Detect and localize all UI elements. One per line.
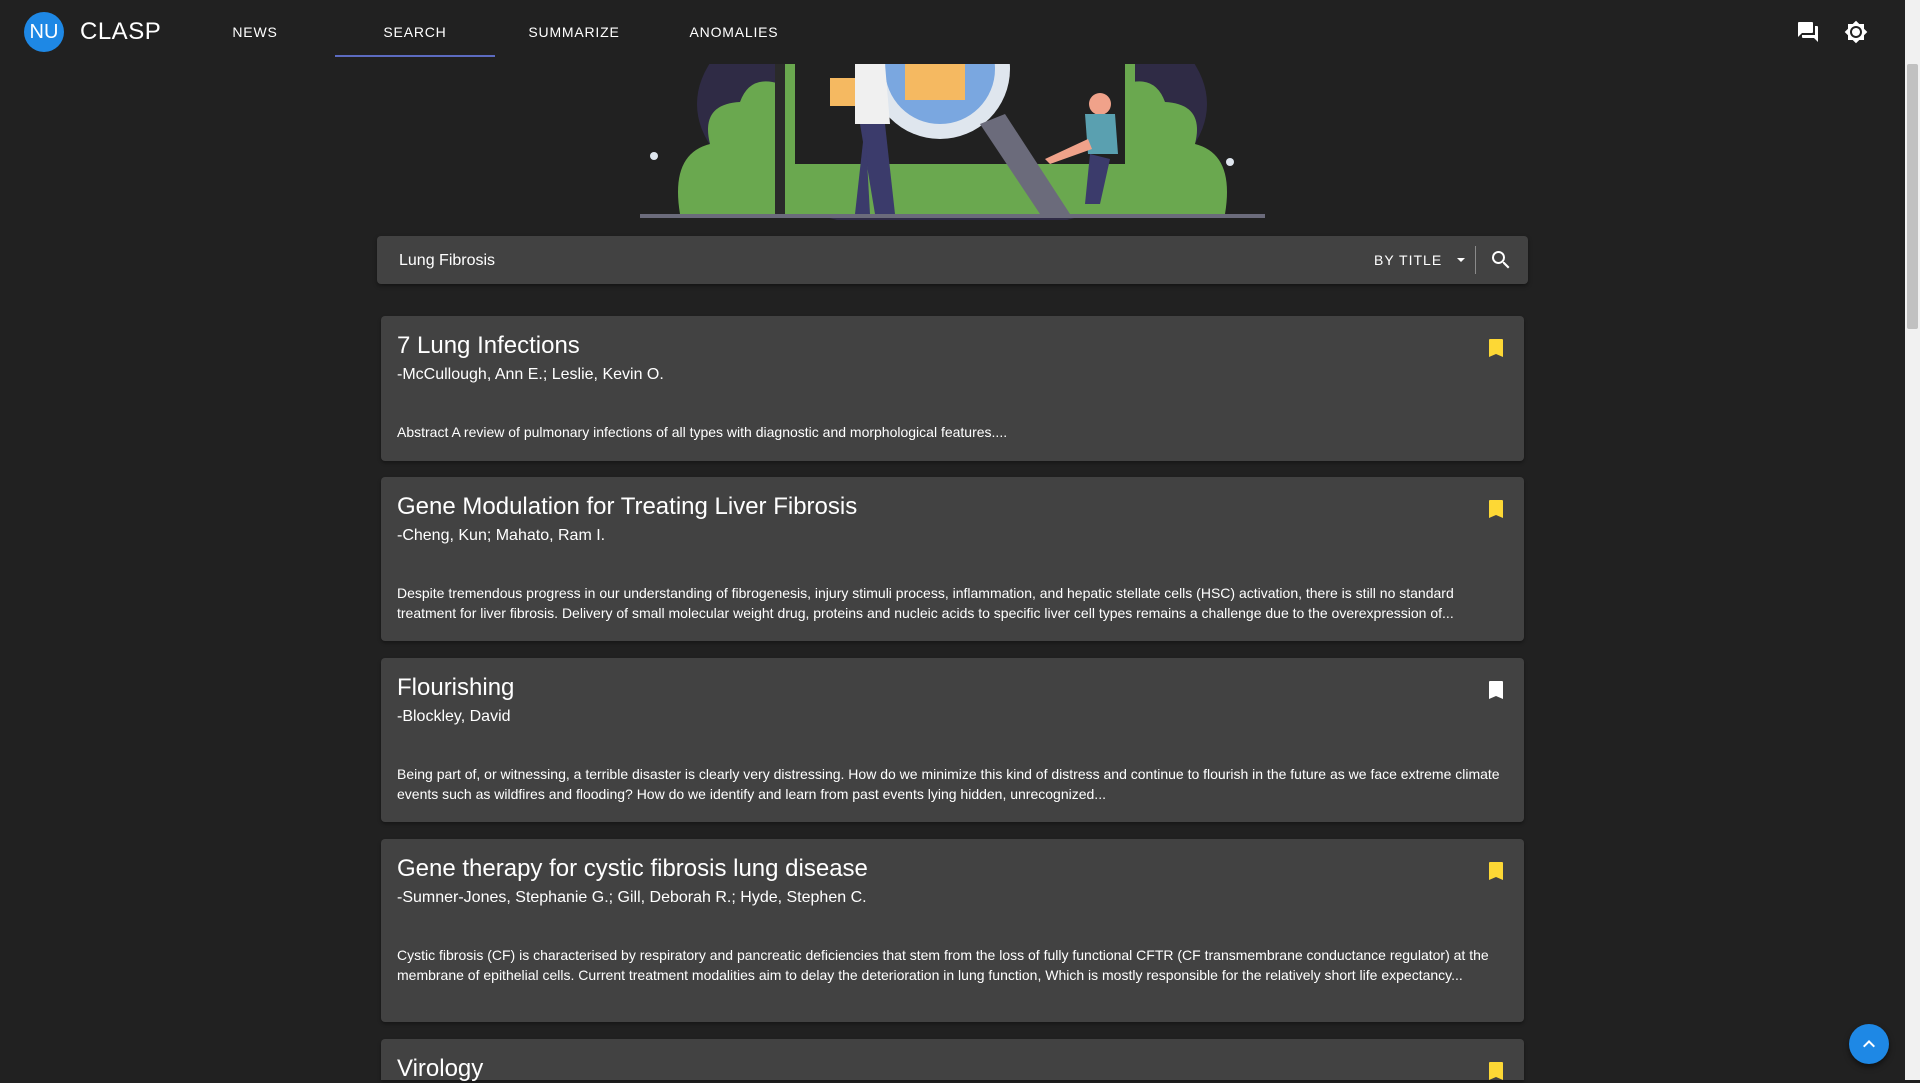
bookmark-icon[interactable] [1484, 497, 1508, 521]
search-bar: BY TITLE [377, 236, 1528, 286]
bookmark-icon[interactable] [1484, 336, 1508, 360]
caret-down-icon[interactable] [1455, 256, 1467, 264]
result-card: Gene therapy for cystic fibrosis lung di… [381, 839, 1524, 1022]
chevron-up-icon [1863, 1040, 1875, 1048]
search-illustration [640, 64, 1265, 220]
result-authors: -Cheng, Kun; Mahato, Ram I. [397, 527, 606, 544]
app-title[interactable]: CLASP [80, 0, 161, 64]
tab-news[interactable]: NEWS [175, 0, 335, 55]
result-card: Virology [381, 1039, 1524, 1083]
result-abstract: Abstract A review of pulmonary infection… [397, 424, 1008, 440]
bookmark-icon[interactable] [1484, 1059, 1508, 1083]
search-input[interactable] [397, 236, 1301, 286]
result-authors: -Blockley, David [397, 708, 511, 725]
avatar[interactable]: NU [24, 12, 64, 52]
result-abstract: Being part of, or witnessing, a terrible… [397, 766, 1500, 802]
result-title[interactable]: Gene therapy for cystic fibrosis lung di… [397, 855, 868, 883]
result-abstract: Cystic fibrosis (CF) is characterised by… [397, 947, 1489, 983]
result-title[interactable]: Gene Modulation for Treating Liver Fibro… [397, 493, 857, 521]
scroll-to-top-button[interactable] [1849, 1024, 1889, 1064]
result-authors: -Sumner-Jones, Stephanie G.; Gill, Debor… [397, 889, 867, 906]
chat-icon[interactable] [1796, 20, 1820, 44]
tab-search[interactable]: SEARCH [335, 0, 495, 57]
tab-anomalies[interactable]: ANOMALIES [654, 0, 814, 55]
scrollbar-thumb[interactable] [1907, 64, 1918, 329]
search-mode-select[interactable]: BY TITLE [1374, 236, 1442, 284]
tab-summarize[interactable]: SUMMARIZE [494, 0, 654, 55]
result-title[interactable]: Flourishing [397, 674, 514, 702]
result-card: 7 Lung Infections -McCullough, Ann E.; L… [381, 316, 1524, 461]
brightness-icon[interactable] [1844, 20, 1868, 44]
result-title[interactable]: Virology [397, 1055, 483, 1083]
result-authors: -McCullough, Ann E.; Leslie, Kevin O. [397, 366, 664, 383]
bookmark-icon[interactable] [1484, 678, 1508, 702]
scrollbar[interactable] [1905, 0, 1920, 1080]
app-bar: NU CLASP NEWS SEARCH SUMMARIZE ANOMALIES [0, 0, 1905, 64]
result-card: Gene Modulation for Treating Liver Fibro… [381, 477, 1524, 641]
result-abstract: Despite tremendous progress in our under… [397, 585, 1454, 621]
divider [1475, 246, 1476, 274]
bookmark-icon[interactable] [1484, 859, 1508, 883]
result-card: Flourishing -Blockley, David Being part … [381, 658, 1524, 822]
search-icon[interactable] [1489, 248, 1513, 272]
result-title[interactable]: 7 Lung Infections [397, 332, 580, 360]
